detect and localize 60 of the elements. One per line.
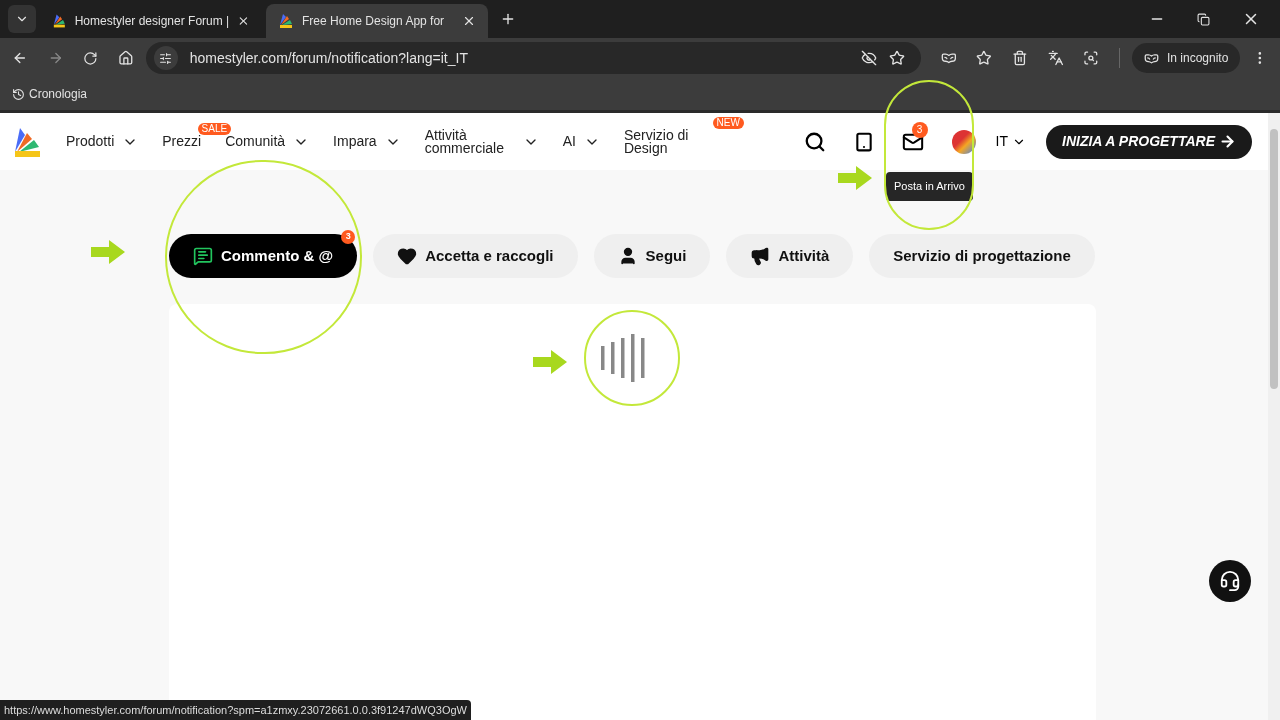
close-icon[interactable]: [237, 14, 250, 28]
heart-icon: [397, 246, 418, 266]
avatar[interactable]: [951, 129, 976, 154]
support-button[interactable]: [1209, 560, 1251, 602]
browser-tab[interactable]: Homestyler designer Forum |: [40, 4, 262, 38]
translate-icon[interactable]: [1047, 50, 1064, 66]
home-icon[interactable]: [118, 50, 134, 66]
start-design-button[interactable]: INIZIA A PROGETTARE: [1046, 124, 1252, 159]
megaphone-icon: [750, 246, 771, 266]
headset-icon: [1219, 570, 1241, 592]
new-tab-icon[interactable]: [500, 11, 516, 27]
promo-badge: NEW: [712, 116, 744, 129]
loading-spinner-icon: [598, 334, 647, 382]
profile-button[interactable]: In incognito: [1131, 43, 1241, 73]
lens-icon[interactable]: [1083, 50, 1099, 66]
nav-menu-item[interactable]: Impara: [333, 133, 401, 150]
sliders-icon: [159, 51, 173, 65]
reload-icon[interactable]: [83, 50, 99, 66]
favorites-icon[interactable]: [976, 50, 992, 66]
nav-menu-item[interactable]: AI: [562, 133, 600, 150]
filter-tab[interactable]: Accetta e raccogli: [373, 234, 578, 278]
eye-off-icon[interactable]: [860, 50, 877, 66]
tab-title: Homestyler designer Forum |: [74, 13, 230, 30]
bookmark-item[interactable]: Cronologia: [12, 85, 88, 103]
filter-tab[interactable]: Servizio di progettazione: [869, 234, 1095, 278]
comment-icon: [193, 246, 213, 266]
promo-badge: SALE: [197, 123, 232, 135]
restore-icon[interactable]: [1197, 12, 1210, 26]
language-selector[interactable]: IT: [995, 131, 1027, 152]
filter-tab[interactable]: Segui: [593, 234, 711, 278]
incognito-icon[interactable]: [940, 50, 957, 66]
url-text: homestyler.com/forum/notification?lang=it_IT: [189, 48, 469, 68]
tab-list-button[interactable]: [8, 5, 36, 33]
filter-tab[interactable]: Attività: [726, 234, 854, 278]
site-info-button[interactable]: [153, 46, 178, 70]
back-icon[interactable]: [12, 50, 28, 66]
tablet-icon[interactable]: [853, 131, 874, 152]
tab-title: Free Home Design App for: [302, 13, 446, 30]
arrow-right-icon: [1219, 133, 1236, 150]
trash-icon[interactable]: [1011, 50, 1028, 66]
annotation-arrow: [533, 350, 567, 374]
close-icon[interactable]: [462, 14, 476, 28]
history-icon: [12, 87, 25, 101]
logo-icon: [52, 13, 67, 29]
nav-menu-item[interactable]: Comunità: [225, 133, 310, 150]
address-bar[interactable]: homestyler.com/forum/notification?lang=it_IT: [145, 42, 921, 74]
logo-icon: [278, 13, 294, 29]
annotation-arrow: [91, 240, 125, 264]
notification-badge: 3: [341, 230, 356, 244]
tooltip: Posta in Arrivo: [886, 172, 973, 201]
annotation-arrow: [838, 166, 872, 190]
nav-menu-item[interactable]: Attività commerciale: [424, 128, 539, 155]
search-icon[interactable]: [803, 130, 826, 153]
notification-badge: 3: [911, 121, 928, 138]
nav-menu-item[interactable]: Servizio di Design: [623, 128, 714, 155]
browser-tab[interactable]: Free Home Design App for: [266, 4, 488, 38]
nav-menu-item[interactable]: Prodotti: [66, 133, 139, 150]
nav-menu-item[interactable]: Prezzi: [162, 135, 202, 148]
status-url: https://www.homestyler.com/forum/notification?spm=a1zmxy.23072661.0.0.3f91247dWQ3OgW: [0, 699, 471, 720]
bookmark-star-icon[interactable]: [888, 50, 905, 66]
